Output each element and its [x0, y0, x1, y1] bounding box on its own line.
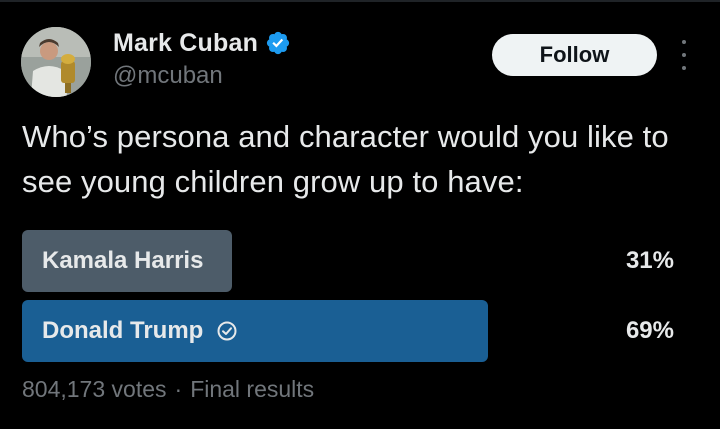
top-divider	[0, 0, 720, 2]
verified-badge-icon	[265, 30, 291, 56]
poll-option-label: Donald Trump	[42, 300, 238, 362]
poll-footer: 804,173 votes · Final results	[22, 376, 314, 403]
poll-option-text: Kamala Harris	[42, 247, 204, 274]
poll-footer-separator: ·	[174, 376, 183, 402]
poll-option-donald-trump[interactable]: Donald Trump 69%	[22, 300, 698, 362]
author-name-row[interactable]: Mark Cuban	[113, 26, 291, 60]
more-dots-icon[interactable]	[676, 40, 692, 70]
author-name[interactable]: Mark Cuban	[113, 29, 258, 58]
author-handle[interactable]: @mcuban	[113, 62, 223, 90]
tweet-text: Who’s persona and character would you li…	[22, 119, 669, 199]
poll-option-kamala-harris[interactable]: Kamala Harris 31%	[22, 230, 698, 292]
poll-option-percent: 31%	[625, 247, 674, 274]
poll-votes: 804,173 votes	[22, 376, 167, 402]
poll-status: Final results	[190, 376, 315, 402]
poll-option-text: Donald Trump	[42, 317, 204, 344]
poll-option-percent: 69%	[625, 317, 674, 344]
more-dot	[682, 66, 686, 70]
check-circle-icon	[216, 320, 238, 342]
poll-option-label: Kamala Harris	[42, 230, 203, 292]
avatar[interactable]	[21, 27, 91, 97]
more-dot	[682, 53, 686, 57]
follow-button[interactable]: Follow	[492, 34, 657, 76]
more-dot	[682, 40, 686, 44]
